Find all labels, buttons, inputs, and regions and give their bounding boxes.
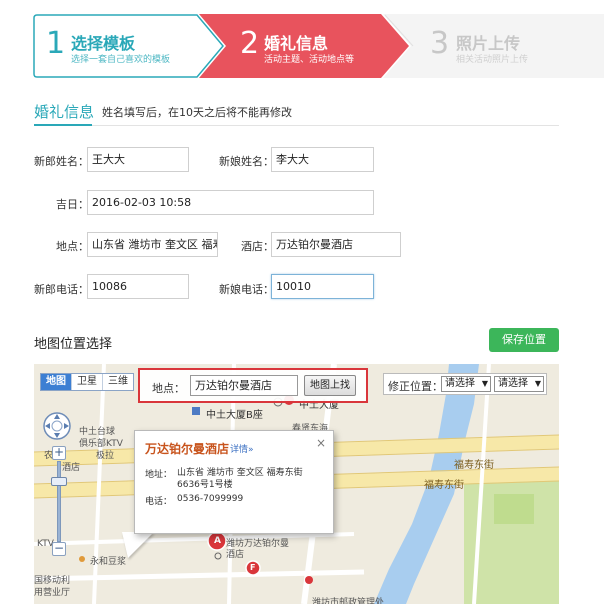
place-label: 地点：: [56, 240, 89, 253]
popup-detail-link[interactable]: 详情»: [230, 442, 254, 455]
fix-position-label: 修正位置：: [388, 380, 443, 393]
popup-address-label: 地址：: [145, 470, 173, 480]
hotel-label: 酒店：: [241, 240, 274, 253]
place-field[interactable]: 山东省 潍坊市 奎文区 福寿东: [87, 232, 218, 257]
map-type-3d[interactable]: 三维: [103, 374, 133, 390]
zoom-out-button[interactable]: −: [52, 542, 66, 556]
popup-address: 山东省 潍坊市 奎文区 福寿东街6636号1号楼: [177, 468, 303, 490]
fix-position-select-2[interactable]: 请选择 ▼: [494, 376, 544, 392]
map-label-fushou-street-1: 福寿东街: [454, 460, 494, 471]
chevron-down-icon: ▼: [534, 379, 541, 388]
map-label-yonghe: 永和豆浆: [90, 557, 127, 567]
step-template[interactable]: 1 选择模板 选择一套自己喜欢的模板: [33, 14, 203, 78]
zoom-slider-handle[interactable]: [51, 477, 67, 486]
step-title: 照片上传: [456, 34, 521, 53]
fix-position-box: 修正位置： 请选择 ▼ 请选择 ▼: [383, 373, 547, 395]
date-label: 吉日：: [56, 198, 89, 211]
section-title: 婚礼信息: [34, 103, 95, 121]
map-label-fushou-street-2: 福寿东街: [424, 480, 464, 491]
map-type-switcher: 地图 卫星 三维: [40, 373, 134, 391]
date-field[interactable]: 2016-02-03 10:58: [87, 190, 374, 215]
bride-phone-label: 新娘电话：: [219, 283, 274, 296]
groom-phone-field[interactable]: 10086: [87, 274, 189, 299]
section-divider: [34, 124, 559, 126]
map-type-map[interactable]: 地图: [41, 374, 72, 390]
zoom-in-button[interactable]: +: [52, 446, 66, 460]
map-type-satellite[interactable]: 卫星: [72, 374, 103, 390]
map-label-ji: 极拉: [96, 451, 115, 461]
popup-phone-label: 电话：: [145, 497, 173, 507]
map-section-title: 地图位置选择: [34, 337, 113, 352]
chevron-down-icon: ▼: [481, 379, 488, 388]
bride-name-label: 新娘姓名：: [219, 155, 274, 168]
map-label-bottom: 潍坊市邮政管理处: [312, 598, 385, 604]
map-search-button[interactable]: 地图上找: [304, 375, 356, 396]
fix-position-select-1[interactable]: 请选择 ▼: [441, 376, 491, 392]
map-label-hotel: 酒店: [62, 463, 81, 473]
step-subtitle: 选择一套自己喜欢的模板: [71, 55, 171, 65]
map-search-input[interactable]: 万达铂尔曼酒店: [190, 375, 298, 396]
map-search-label: 地点：: [152, 382, 185, 395]
map-pan-control[interactable]: [42, 411, 72, 441]
popup-phone: 0536-7099999: [177, 494, 244, 504]
step-subtitle: 活动主题、活动地点等: [264, 55, 355, 65]
zoom-slider-track[interactable]: [57, 461, 61, 542]
step-wedding-info[interactable]: 2 婚礼信息 活动主题、活动地点等: [227, 14, 397, 78]
step-number: 2: [240, 26, 260, 61]
popup-tail: [122, 532, 154, 558]
map-label-huiting: 用营业厅: [34, 588, 71, 598]
bride-phone-field[interactable]: 10010: [271, 274, 374, 299]
marker-f-label: F: [250, 563, 256, 572]
map-search-box: 地点： 万达铂尔曼酒店 地图上找: [138, 368, 368, 403]
marker-a-label: A: [214, 536, 221, 546]
select-1-value: 请选择: [445, 378, 475, 389]
progress-stepper: 1 选择模板 选择一套自己喜欢的模板 2 婚礼信息 活动主题、活动地点等 3 照…: [33, 14, 604, 78]
hotel-field[interactable]: 万达铂尔曼酒店: [271, 232, 401, 257]
map-label-zhongshi-b: 中土大厦B座: [206, 410, 263, 421]
popup-title: 万达铂尔曼酒店: [145, 442, 230, 456]
map-label-wanda: 潍坊万达铂尔曼酒店: [226, 539, 290, 560]
map-view[interactable]: 中土大厦B座 中土大厦 春贤东海 中土台球 俱乐部KTV 极拉 农 酒店 福寿东…: [34, 364, 559, 604]
step-title: 婚礼信息: [264, 34, 329, 53]
bride-name-field[interactable]: 李大大: [271, 147, 374, 172]
save-location-button[interactable]: 保存位置: [489, 328, 559, 352]
step-number: 3: [430, 26, 450, 61]
section-note: 姓名填写后，在10天之后将不能再修改: [102, 106, 292, 119]
groom-name-field[interactable]: 王大大: [87, 147, 189, 172]
groom-name-label: 新郎姓名：: [34, 155, 89, 168]
groom-phone-label: 新郎电话：: [34, 283, 89, 296]
place-info-popup: 万达铂尔曼酒店 详情» × 地址： 山东省 潍坊市 奎文区 福寿东街6636号1…: [134, 430, 334, 534]
step-number: 1: [46, 26, 66, 61]
step-photo-upload[interactable]: 3 照片上传 相关活动照片上传: [413, 14, 593, 78]
step-subtitle: 相关活动照片上传: [456, 55, 529, 65]
step-title: 选择模板: [71, 34, 136, 53]
pan-arrows-icon: [43, 412, 71, 440]
close-icon[interactable]: ×: [316, 436, 326, 450]
select-2-value: 请选择: [498, 378, 528, 389]
